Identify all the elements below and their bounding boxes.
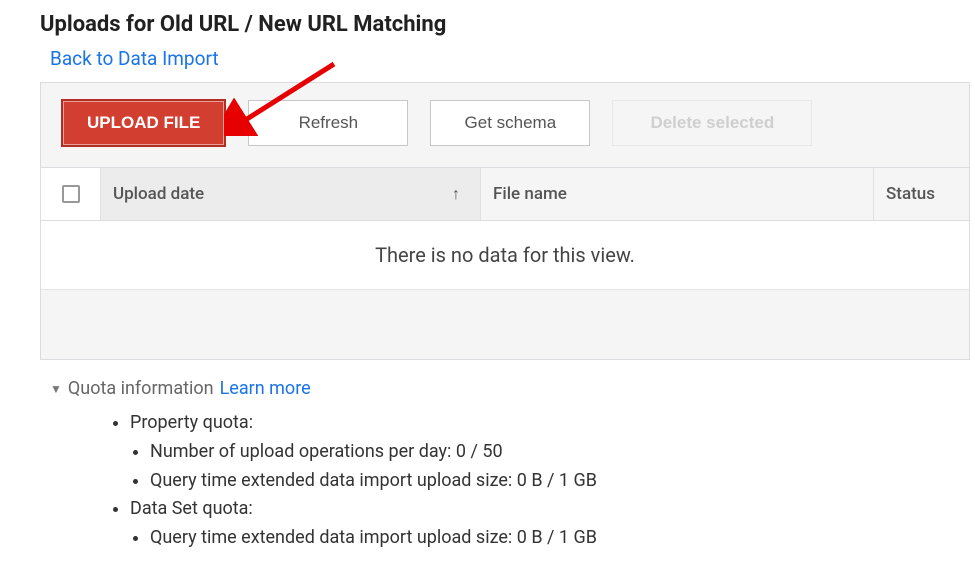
select-all-checkbox[interactable] <box>62 185 80 203</box>
column-status-label: Status <box>886 184 935 204</box>
column-file-name[interactable]: File name <box>481 168 874 220</box>
refresh-button[interactable]: Refresh <box>248 100 408 146</box>
column-status[interactable]: Status <box>874 168 969 220</box>
dataset-quota-item: Data Set quota: Query time extended data… <box>130 495 975 553</box>
dataset-quota-label: Data Set quota: <box>130 498 253 519</box>
column-upload-date-label: Upload date <box>113 184 204 204</box>
learn-more-link[interactable]: Learn more <box>220 378 311 399</box>
dataset-size-line: Query time extended data import upload s… <box>150 524 975 553</box>
property-size-line: Query time extended data import upload s… <box>150 467 975 496</box>
quota-header[interactable]: ▼ Quota information Learn more <box>50 378 975 399</box>
quota-section: ▼ Quota information Learn more Property … <box>50 378 975 553</box>
upload-file-button[interactable]: UPLOAD FILE <box>61 99 226 147</box>
quota-title: Quota information <box>68 378 214 399</box>
sort-ascending-icon: ↑ <box>452 184 460 204</box>
page-title: Uploads for Old URL / New URL Matching <box>40 12 975 37</box>
select-all-cell[interactable] <box>41 168 101 220</box>
property-quota-label: Property quota: <box>130 412 253 433</box>
property-quota-item: Property quota: Number of upload operati… <box>130 409 975 495</box>
collapse-icon: ▼ <box>50 382 62 396</box>
table-footer <box>41 289 969 359</box>
quota-list: Property quota: Number of upload operati… <box>110 409 975 553</box>
table-header-row: Upload date ↑ File name Status <box>41 167 969 221</box>
column-file-name-label: File name <box>493 184 567 204</box>
back-to-data-import-link[interactable]: Back to Data Import <box>50 47 219 70</box>
get-schema-button[interactable]: Get schema <box>430 100 590 146</box>
empty-state-message: There is no data for this view. <box>41 221 969 289</box>
toolbar: UPLOAD FILE Refresh Get schema Delete se… <box>41 83 969 167</box>
column-upload-date[interactable]: Upload date ↑ <box>101 168 481 220</box>
property-ops-line: Number of upload operations per day: 0 /… <box>150 438 975 467</box>
uploads-panel: UPLOAD FILE Refresh Get schema Delete se… <box>40 82 970 360</box>
delete-selected-button: Delete selected <box>612 100 812 146</box>
